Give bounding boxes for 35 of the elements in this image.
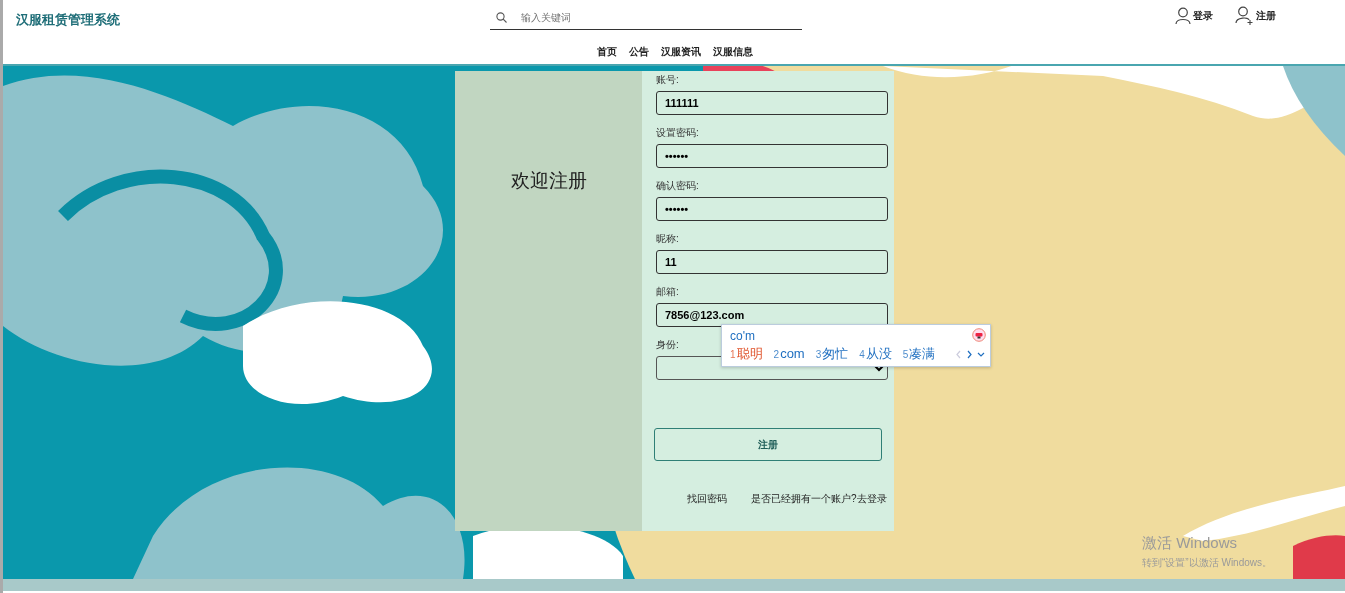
nav-link[interactable]: 公告 [629, 44, 649, 59]
input-field[interactable]: 11 [656, 250, 888, 274]
field-label: 昵称: [656, 232, 679, 246]
ime-candidate[interactable]: 5凑满 [902, 344, 936, 364]
ime-composition: co'm [730, 328, 755, 345]
form-title: 欢迎注册 [510, 169, 587, 193]
register-link[interactable]: 注册 [1235, 6, 1276, 25]
login-link[interactable]: 登录 [1175, 6, 1213, 25]
form-link[interactable]: 是否已经拥有一个账户?去登录 [751, 491, 887, 506]
nav-link[interactable]: 首页 [597, 44, 617, 59]
nav-link[interactable]: 汉服资讯 [661, 44, 701, 59]
site-title: 汉服租赁管理系统 [16, 11, 120, 29]
field-label: 确认密码: [656, 179, 699, 193]
ime-candidate[interactable]: 3匆忙 [815, 344, 849, 364]
password-field[interactable]: •••••• [656, 197, 888, 221]
password-field[interactable]: •••••• [656, 144, 888, 168]
activation-title: 激活 Windows [1142, 533, 1239, 553]
ime-candidate[interactable]: 1聪明 [730, 344, 763, 364]
ime-candidate[interactable]: 4从没 [859, 344, 892, 364]
input-field[interactable]: 7856@123.com [656, 303, 888, 327]
form-link[interactable]: 找回密码 [687, 491, 727, 506]
ime-logo-icon [972, 328, 986, 342]
search-field[interactable]: 输入关键词 [519, 9, 779, 26]
nav-link[interactable]: 汉服信息 [713, 44, 753, 59]
input-field[interactable]: 111111 [656, 91, 888, 115]
ime-candidate[interactable]: 2com [773, 344, 805, 364]
user-icon [1175, 6, 1191, 25]
activation-text: 转到“设置”以激活 Windows。 [1142, 555, 1272, 570]
register-button[interactable]: 注册 [654, 428, 882, 461]
field-label: 邮箱: [656, 285, 679, 299]
field-label: 设置密码: [656, 126, 699, 140]
field-label: 账号: [656, 73, 679, 87]
add-user-icon [1235, 6, 1254, 25]
search-icon [496, 12, 507, 23]
field-label: 身份: [656, 338, 679, 352]
